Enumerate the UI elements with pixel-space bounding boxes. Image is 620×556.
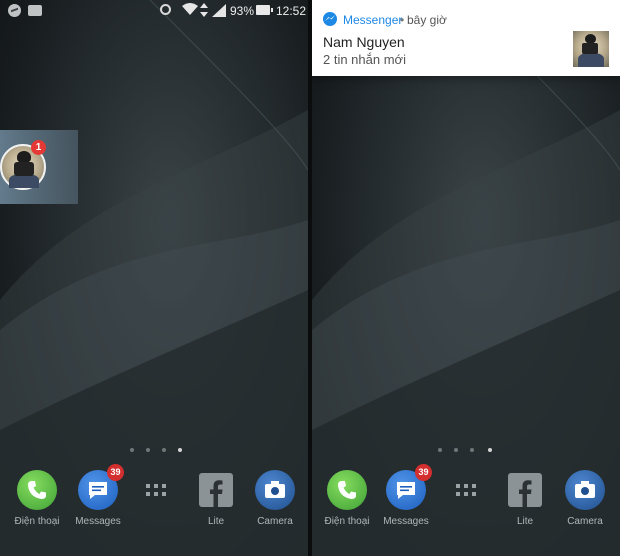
notification-app-name: Messenger [343, 13, 403, 27]
page-dot [130, 448, 134, 452]
signal-icon [212, 4, 226, 20]
page-dot [146, 448, 150, 452]
messenger-notification[interactable]: Messenger • bây giờ Nam Nguyen 2 tin nhắ… [312, 0, 620, 76]
battery-percent: 93% [230, 4, 255, 18]
messages-icon: 39 [386, 464, 432, 510]
dock-label-phone: Điện thoại [14, 516, 60, 527]
camera-icon [255, 470, 295, 510]
page-dot [470, 448, 474, 452]
notification-time: bây giờ [407, 13, 447, 27]
app-drawer-icon [136, 470, 176, 510]
dock-camera[interactable]: Camera [557, 470, 613, 527]
page-indicator [312, 448, 620, 456]
dock-camera[interactable]: Camera [247, 470, 303, 527]
messenger-icon [323, 12, 337, 26]
facebook-icon [505, 470, 545, 510]
dock-facebook[interactable]: Lite [497, 470, 553, 527]
dock-label-facebook: Lite [207, 516, 225, 527]
dock-phone[interactable]: Điện thoại [319, 470, 375, 527]
facebook-icon [196, 470, 236, 510]
phone-icon [327, 470, 367, 510]
dock-label-camera: Camera [567, 516, 603, 527]
page-dot [162, 448, 166, 452]
clock: 12:52 [276, 4, 307, 18]
phone-icon [17, 470, 57, 510]
dock-label-phone: Điện thoại [324, 516, 370, 527]
page-dot-active [488, 448, 492, 452]
dock-phone[interactable]: Điện thoại [9, 470, 65, 527]
dock-app-drawer[interactable] [128, 470, 184, 510]
home-screen-right: Messenger • bây giờ Nam Nguyen 2 tin nhắ… [312, 0, 620, 556]
notification-body: 2 tin nhắn mới [323, 52, 406, 67]
dock-label-messages: Messages [383, 516, 429, 527]
page-dot [438, 448, 442, 452]
page-dot [454, 448, 458, 452]
page-indicator [0, 448, 308, 456]
dock-label-facebook: Lite [516, 516, 534, 527]
dock-label-messages: Messages [75, 516, 121, 527]
notification-separator: • [400, 13, 405, 27]
dock-label-camera: Camera [257, 516, 293, 527]
dock-app-drawer[interactable] [438, 470, 494, 510]
notification-avatar [573, 31, 609, 67]
app-drawer-icon [446, 470, 486, 510]
dock-messages[interactable]: 39 Messages [70, 464, 126, 527]
home-screen-left: 93% 12:52 1 Điện thoại 39 Messages Lite … [0, 0, 308, 556]
messages-badge: 39 [107, 464, 124, 481]
page-dot-active [178, 448, 182, 452]
notification-title: Nam Nguyen [323, 34, 405, 50]
data-arrows-icon [200, 3, 208, 20]
alarm-icon [160, 4, 171, 15]
mail-icon [28, 5, 42, 16]
wifi-icon [182, 3, 198, 19]
chat-head-badge: 1 [31, 140, 46, 155]
messages-badge: 39 [415, 464, 432, 481]
dock-messages[interactable]: 39 Messages [378, 464, 434, 527]
status-bar: 93% 12:52 [0, 0, 308, 22]
dock-facebook[interactable]: Lite [188, 470, 244, 527]
camera-icon [565, 470, 605, 510]
messenger-icon [8, 4, 21, 17]
messages-icon: 39 [78, 464, 124, 510]
battery-icon [256, 5, 273, 15]
